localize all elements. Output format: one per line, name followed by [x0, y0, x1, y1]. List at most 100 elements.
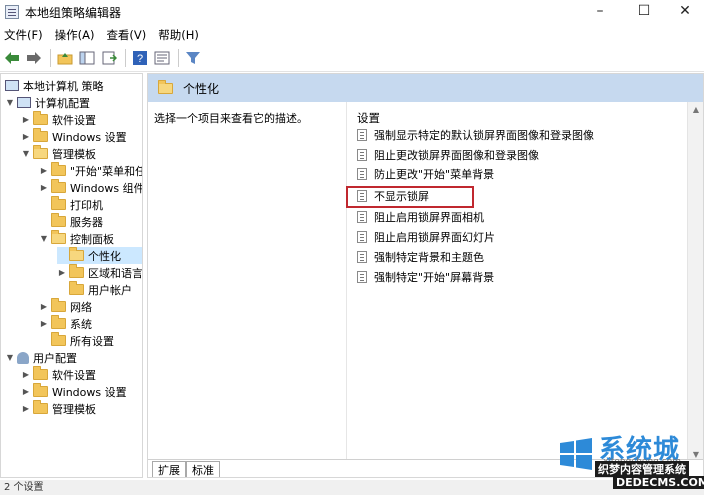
tree-item-label: "开始"菜单和任 — [70, 164, 143, 178]
collapse-arrow-icon[interactable]: ▼ — [39, 234, 49, 243]
expand-arrow-icon[interactable]: ▶ — [21, 370, 31, 379]
tree-item-software-settings[interactable]: ▶ 软件设置 — [21, 111, 96, 128]
setting-label: 强制特定背景和主题色 — [374, 250, 484, 264]
setting-row[interactable]: 强制显示特定的默认锁屏界面图像和登录图像 — [357, 126, 594, 143]
collapse-arrow-icon[interactable]: ▼ — [5, 353, 15, 362]
forward-button[interactable] — [24, 48, 44, 68]
up-button[interactable] — [55, 48, 75, 68]
show-hide-tree-icon — [79, 51, 95, 65]
tree-item-label: 本地计算机 策略 — [23, 79, 104, 93]
tree-item-server[interactable]: 服务器 — [39, 213, 103, 230]
toolbar: ? — [0, 45, 704, 72]
setting-row[interactable]: 阻止启用锁屏界面相机 — [357, 208, 484, 225]
export-list-button[interactable] — [99, 48, 119, 68]
tree-item-label: 计算机配置 — [35, 96, 90, 110]
tree-item-computer-config[interactable]: ▼ 计算机配置 — [5, 94, 90, 111]
tree-item-network[interactable]: ▶ 网络 — [39, 298, 92, 315]
tree-item-label: 打印机 — [70, 198, 103, 212]
folder-icon — [69, 264, 84, 278]
details-pane: 个性化 选择一个项目来查看它的描述。 设置 强制显示特定的默认锁屏界面图像和登录… — [147, 73, 704, 478]
tree-item-windows-components[interactable]: ▶ Windows 组件 — [39, 179, 143, 196]
folder-open-icon — [158, 79, 173, 94]
computer-icon — [17, 97, 31, 108]
watermark-dede: DEDECMS.COM — [613, 476, 704, 489]
setting-row[interactable]: 防止更改"开始"菜单背景 — [357, 165, 494, 182]
folder-icon — [33, 400, 48, 414]
maximize-button[interactable]: ☐ — [622, 0, 666, 22]
filter-button[interactable] — [183, 48, 203, 68]
expand-arrow-icon[interactable]: ▶ — [21, 115, 31, 124]
vertical-scrollbar[interactable]: ▲ ▼ — [687, 102, 703, 463]
tree-item-label: 网络 — [70, 300, 92, 314]
tab-extended[interactable]: 扩展 — [152, 461, 186, 477]
setting-row[interactable]: 阻止启用锁屏界面幻灯片 — [357, 228, 495, 245]
forward-arrow-icon — [27, 52, 41, 64]
close-icon: ✕ — [679, 3, 691, 19]
tree-item-label: 软件设置 — [52, 368, 96, 382]
setting-row[interactable]: 强制特定背景和主题色 — [357, 248, 484, 265]
expand-arrow-icon[interactable]: ▶ — [39, 183, 49, 192]
title-bar: 本地组策略编辑器 – ☐ ✕ — [0, 0, 704, 24]
minimize-button[interactable]: – — [578, 0, 622, 22]
toolbar-separator — [178, 49, 179, 67]
expand-arrow-icon[interactable]: ▶ — [39, 319, 49, 328]
policy-setting-icon — [357, 250, 367, 263]
tree-item-user-software-settings[interactable]: ▶ 软件设置 — [21, 366, 96, 383]
tree-item-label: Windows 设置 — [52, 385, 127, 399]
folder-open-icon — [51, 230, 66, 244]
tab-standard[interactable]: 标准 — [186, 461, 220, 477]
help-button[interactable]: ? — [130, 48, 150, 68]
collapse-arrow-icon[interactable]: ▼ — [21, 149, 31, 158]
settings-list: 设置 强制显示特定的默认锁屏界面图像和登录图像 阻止更改锁屏界面图像和登录图像 … — [346, 102, 681, 463]
details-header: 个性化 — [148, 74, 703, 102]
settings-column-header[interactable]: 设置 — [357, 110, 380, 126]
svg-text:?: ? — [137, 53, 143, 65]
menu-view[interactable]: 查看(V) — [102, 27, 154, 43]
properties-button[interactable] — [152, 48, 172, 68]
tree-item-user-windows-settings[interactable]: ▶ Windows 设置 — [21, 383, 127, 400]
tree-item-region-language[interactable]: ▶ 区域和语言 — [57, 264, 142, 281]
collapse-arrow-icon[interactable]: ▼ — [5, 98, 15, 107]
tree-item-admin-templates[interactable]: ▼ 管理模板 — [21, 145, 96, 162]
tree-item-personalization[interactable]: 个性化 — [57, 247, 142, 264]
expand-arrow-icon[interactable]: ▶ — [21, 404, 31, 413]
menu-help[interactable]: 帮助(H) — [154, 27, 207, 43]
policy-setting-icon — [357, 230, 367, 243]
watermark-cms-text: 织梦内容管理系统 — [595, 461, 689, 477]
setting-row[interactable]: 阻止更改锁屏界面图像和登录图像 — [357, 146, 539, 163]
menu-action[interactable]: 操作(A) — [51, 27, 103, 43]
folder-icon — [51, 315, 66, 329]
setting-row[interactable]: 强制特定"开始"屏幕背景 — [357, 268, 494, 285]
folder-icon — [33, 128, 48, 142]
expand-arrow-icon[interactable]: ▶ — [21, 387, 31, 396]
tree-item-local-policy[interactable]: 本地计算机 策略 — [3, 77, 104, 94]
tree-item-label: 用户配置 — [33, 351, 77, 365]
menu-file[interactable]: 文件(F) — [0, 27, 51, 43]
expand-arrow-icon[interactable]: ▶ — [21, 132, 31, 141]
close-button[interactable]: ✕ — [663, 0, 704, 22]
toolbar-separator — [125, 49, 126, 67]
back-button[interactable] — [2, 48, 22, 68]
tree-pane[interactable]: 本地计算机 策略 ▼ 计算机配置 ▶ 软件设置 ▶ Windows 设置 ▼ 管… — [0, 73, 143, 478]
tree-item-start-menu[interactable]: ▶ "开始"菜单和任 — [39, 162, 143, 179]
tree-item-user-admin-templates[interactable]: ▶ 管理模板 — [21, 400, 96, 417]
help-icon: ? — [133, 51, 147, 65]
maximize-icon: ☐ — [637, 3, 651, 19]
expand-arrow-icon[interactable]: ▶ — [39, 166, 49, 175]
tree-item-user-config[interactable]: ▼ 用户配置 — [5, 349, 77, 366]
tree-item-label: Windows 组件 — [70, 181, 143, 195]
tree-item-system[interactable]: ▶ 系统 — [39, 315, 92, 332]
show-hide-tree-button[interactable] — [77, 48, 97, 68]
tree-item-printers[interactable]: 打印机 — [39, 196, 103, 213]
tree-item-control-panel[interactable]: ▼ 控制面板 — [39, 230, 114, 247]
expand-arrow-icon[interactable]: ▶ — [57, 268, 67, 277]
tree-item-label: 所有设置 — [70, 334, 114, 348]
tree-item-user-accounts[interactable]: 用户帐户 — [57, 281, 132, 298]
tree-item-windows-settings[interactable]: ▶ Windows 设置 — [21, 128, 127, 145]
folder-icon — [51, 213, 66, 227]
setting-label: 强制显示特定的默认锁屏界面图像和登录图像 — [374, 128, 594, 142]
setting-label: 强制特定"开始"屏幕背景 — [374, 270, 495, 284]
tree-item-all-settings[interactable]: 所有设置 — [39, 332, 114, 349]
expand-arrow-icon[interactable]: ▶ — [39, 302, 49, 311]
scroll-up-icon[interactable]: ▲ — [688, 102, 704, 118]
